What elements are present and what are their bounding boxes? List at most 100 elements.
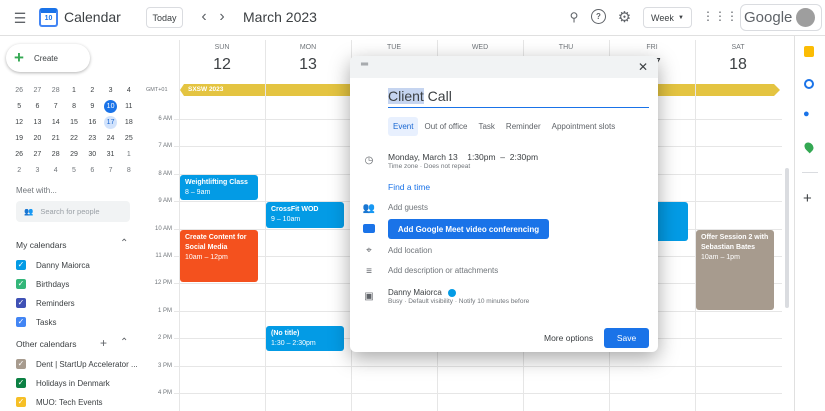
add-guests-input[interactable]: Add guests bbox=[388, 203, 428, 212]
calendar-item[interactable]: ✓ Tasks bbox=[16, 317, 56, 327]
maps-icon[interactable] bbox=[802, 140, 816, 154]
calendar-event[interactable]: CrossFit WOD 9 – 10am bbox=[266, 202, 344, 228]
mini-calendar-day[interactable]: 5 bbox=[10, 103, 28, 110]
mini-calendar-day[interactable]: 6 bbox=[28, 103, 46, 110]
mini-calendar-day[interactable]: 25 bbox=[120, 135, 138, 142]
calendar-color-dot[interactable] bbox=[447, 288, 456, 297]
mini-calendar-day[interactable]: 12 bbox=[10, 119, 28, 126]
mini-calendar-day[interactable]: 5 bbox=[65, 167, 83, 174]
find-time-link[interactable]: Find a time bbox=[388, 182, 430, 192]
mini-calendar-day[interactable]: 31 bbox=[101, 151, 119, 158]
add-other-calendar-icon[interactable]: + bbox=[100, 336, 107, 350]
mini-calendar-day[interactable]: 1 bbox=[120, 151, 138, 158]
mini-calendar-day[interactable]: 27 bbox=[28, 87, 46, 94]
day-number[interactable]: 13 bbox=[265, 56, 351, 74]
calendar-event[interactable]: Offer Session 2 with Sebastian Bates 10am… bbox=[696, 229, 774, 310]
day-header[interactable]: MON 13 bbox=[265, 44, 351, 74]
apps-grid-icon[interactable]: ⋮⋮⋮ bbox=[702, 9, 738, 23]
mini-calendar-day[interactable]: 13 bbox=[28, 119, 46, 126]
mini-calendar-day[interactable]: 28 bbox=[47, 151, 65, 158]
avatar[interactable] bbox=[796, 8, 816, 27]
mini-calendar-day[interactable]: 15 bbox=[65, 119, 83, 126]
calendar-event[interactable]: (No title) 1:30 – 2:30pm bbox=[266, 325, 344, 351]
calendar-item[interactable]: ✓ MUO: Tech Events bbox=[16, 397, 103, 407]
mini-calendar-day[interactable]: 1 bbox=[65, 87, 83, 94]
event-type-tab[interactable]: Reminder bbox=[501, 117, 546, 136]
calendar-item[interactable]: ✓ Birthdays bbox=[16, 279, 69, 289]
calendar-event[interactable]: Create Content for Social Media 10am – 12… bbox=[180, 229, 258, 283]
checkbox-checked-icon[interactable]: ✓ bbox=[16, 317, 26, 327]
event-type-tab[interactable]: Appointment slots bbox=[547, 117, 621, 136]
mini-calendar-day[interactable]: 8 bbox=[65, 103, 83, 110]
gear-icon[interactable]: ⚙ bbox=[616, 8, 633, 26]
mini-calendar-day[interactable]: 22 bbox=[65, 135, 83, 142]
event-title-input[interactable]: Client Call bbox=[388, 88, 649, 108]
save-button[interactable]: Save bbox=[604, 328, 649, 348]
mini-calendar-day[interactable]: 19 bbox=[10, 135, 28, 142]
search-icon[interactable]: ⚲ bbox=[566, 9, 582, 25]
add-description-input[interactable]: Add description or attachments bbox=[388, 266, 498, 275]
mini-calendar-day[interactable]: 27 bbox=[28, 151, 46, 158]
mini-calendar-day[interactable]: 16 bbox=[83, 119, 101, 126]
mini-calendar-day[interactable]: 29 bbox=[65, 151, 83, 158]
mini-calendar-day[interactable]: 3 bbox=[28, 167, 46, 174]
main-menu-icon[interactable]: ☰ bbox=[12, 10, 28, 26]
calendar-item[interactable]: ✓ Dent | StartUp Accelerator ... bbox=[16, 359, 138, 369]
add-location-input[interactable]: Add location bbox=[388, 246, 432, 255]
mini-calendar-day[interactable]: 10 bbox=[104, 99, 118, 113]
help-icon[interactable]: ? bbox=[591, 9, 606, 24]
calendar-event[interactable]: Weightlifting Class 8 – 9am bbox=[180, 174, 258, 201]
account-area[interactable]: Google bbox=[740, 4, 822, 31]
calendar-sub[interactable]: Busy · Default visibility · Notify 10 mi… bbox=[388, 298, 529, 305]
mini-calendar-day[interactable]: 8 bbox=[120, 167, 138, 174]
contacts-icon[interactable]: ● bbox=[803, 108, 810, 120]
mini-calendar-day[interactable]: 26 bbox=[10, 151, 28, 158]
mini-calendar-day[interactable]: 2 bbox=[83, 87, 101, 94]
checkbox-checked-icon[interactable]: ✓ bbox=[16, 359, 26, 369]
event-type-tab[interactable]: Out of office bbox=[419, 117, 472, 136]
mini-calendar-day[interactable]: 4 bbox=[47, 167, 65, 174]
more-options-button[interactable]: More options bbox=[544, 333, 593, 343]
mini-calendar-day[interactable]: 14 bbox=[47, 119, 65, 126]
datetime-sub[interactable]: Time zone · Does not repeat bbox=[388, 163, 470, 170]
day-number[interactable]: 12 bbox=[179, 56, 265, 74]
mini-calendar-day[interactable]: 6 bbox=[83, 167, 101, 174]
calendar-item[interactable]: ✓ Danny Maiorca bbox=[16, 260, 90, 270]
checkbox-checked-icon[interactable]: ✓ bbox=[16, 397, 26, 407]
calendar-owner[interactable]: Danny Maiorca bbox=[388, 288, 456, 297]
day-number[interactable]: 18 bbox=[695, 56, 781, 74]
mini-calendar-day[interactable]: 24 bbox=[101, 135, 119, 142]
calendar-item[interactable]: ✓ Holidays in Denmark bbox=[16, 378, 110, 388]
checkbox-checked-icon[interactable]: ✓ bbox=[16, 260, 26, 270]
mini-calendar-day[interactable]: 9 bbox=[83, 103, 101, 110]
mini-calendar-day[interactable]: 7 bbox=[47, 103, 65, 110]
mini-calendar-day[interactable]: 18 bbox=[120, 119, 138, 126]
add-addon-icon[interactable]: + bbox=[803, 190, 812, 207]
mini-calendar-day[interactable]: 11 bbox=[120, 103, 138, 110]
next-week-button[interactable]: › bbox=[216, 8, 228, 26]
mini-calendar-day[interactable]: 21 bbox=[47, 135, 65, 142]
search-people-input[interactable]: 👥 Search for people bbox=[16, 201, 130, 222]
create-button[interactable]: + Create bbox=[6, 44, 90, 72]
today-button[interactable]: Today bbox=[146, 7, 183, 28]
collapse-other-calendars-icon[interactable]: ⌃ bbox=[120, 337, 128, 348]
calendar-item[interactable]: ✓ Reminders bbox=[16, 298, 75, 308]
event-type-tab[interactable]: Event bbox=[388, 117, 419, 136]
mini-calendar-day[interactable]: 17 bbox=[104, 115, 118, 129]
mini-calendar-day[interactable]: 28 bbox=[47, 87, 65, 94]
event-datetime[interactable]: Monday, March 13 1:30pm – 2:30pm bbox=[388, 152, 538, 162]
tasks-icon[interactable] bbox=[804, 79, 814, 89]
mini-calendar-day[interactable]: 3 bbox=[101, 87, 119, 94]
mini-calendar-day[interactable]: 20 bbox=[28, 135, 46, 142]
mini-calendar-day[interactable]: 4 bbox=[120, 87, 138, 94]
dialog-drag-handle[interactable]: ═ ✕ bbox=[350, 56, 658, 78]
close-icon[interactable]: ✕ bbox=[638, 60, 648, 74]
collapse-my-calendars-icon[interactable]: ⌃ bbox=[120, 238, 128, 249]
event-type-tab[interactable]: Task bbox=[473, 117, 499, 136]
prev-week-button[interactable]: ‹ bbox=[198, 8, 210, 26]
checkbox-checked-icon[interactable]: ✓ bbox=[16, 279, 26, 289]
mini-calendar-day[interactable]: 7 bbox=[101, 167, 119, 174]
mini-calendar-day[interactable]: 30 bbox=[83, 151, 101, 158]
checkbox-checked-icon[interactable]: ✓ bbox=[16, 378, 26, 388]
mini-calendar-day[interactable]: 26 bbox=[10, 87, 28, 94]
